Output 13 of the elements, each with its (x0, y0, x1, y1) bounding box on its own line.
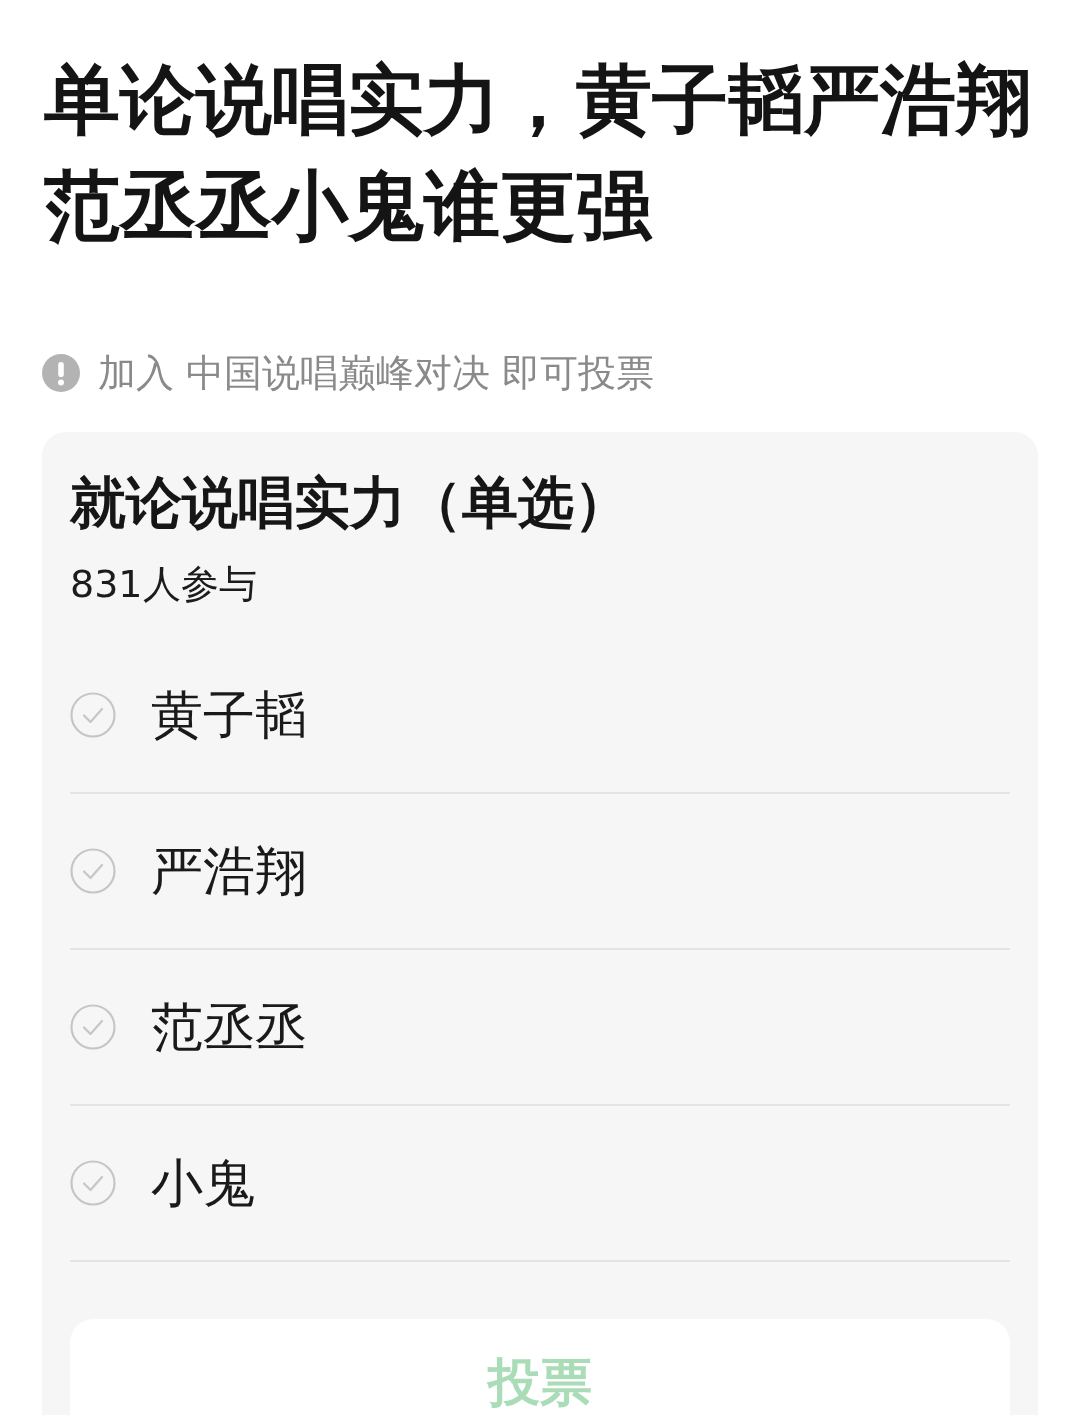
option-label[interactable]: 小鬼 (151, 1151, 255, 1215)
option-label[interactable]: 黄子韬 (151, 683, 307, 747)
post-title: 单论说唱实力，黄子韬严浩翔范丞丞小鬼谁更强 (44, 54, 1033, 252)
alert-icon (42, 354, 80, 392)
check-circle-icon[interactable] (70, 692, 116, 738)
check-circle-icon[interactable] (70, 848, 116, 894)
notice-text: 加入 中国说唱巅峰对决 即可投票 (98, 350, 655, 397)
option-label[interactable]: 严浩翔 (151, 839, 307, 903)
poll-question: 就论说唱实力（单选） (70, 469, 631, 537)
check-circle-icon[interactable] (70, 1004, 116, 1050)
participant-count: 831人参与 (70, 561, 258, 608)
check-circle-icon[interactable] (70, 1160, 116, 1206)
option-label[interactable]: 范丞丞 (151, 995, 307, 1059)
